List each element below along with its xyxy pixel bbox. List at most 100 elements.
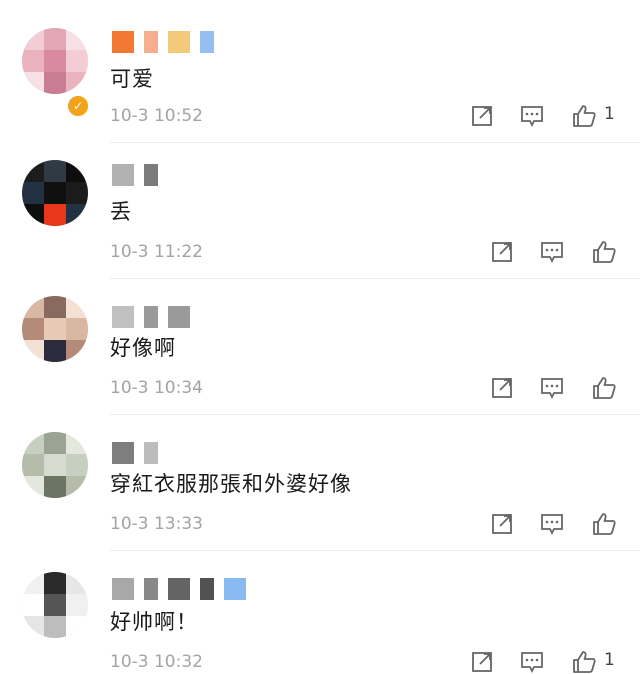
avatar-pixel bbox=[22, 182, 44, 204]
avatar-pixel bbox=[44, 296, 66, 318]
name-pixel bbox=[144, 31, 158, 53]
divider bbox=[110, 550, 640, 551]
avatar-pixel bbox=[44, 572, 66, 594]
comment-text: 好像啊 bbox=[110, 336, 176, 360]
comment-actions: 1 bbox=[468, 102, 618, 130]
comment-icon[interactable] bbox=[538, 374, 566, 402]
share-icon[interactable] bbox=[468, 648, 496, 674]
comment-text: 丢 bbox=[110, 200, 132, 224]
name-pixel bbox=[112, 306, 134, 328]
thumbs-up-icon[interactable] bbox=[590, 374, 618, 402]
name-pixel bbox=[200, 31, 214, 53]
thumbs-up-icon[interactable] bbox=[590, 238, 618, 266]
comment-icon[interactable] bbox=[518, 648, 546, 674]
avatar-pixel bbox=[66, 594, 88, 616]
comment-item: ✓ 可爱 10-3 10:52 1 bbox=[0, 28, 640, 143]
name-pixel bbox=[112, 164, 134, 186]
avatar-pixel bbox=[22, 572, 44, 594]
comment-item: 丢 10-3 11:22 bbox=[0, 160, 640, 279]
name-pixel bbox=[112, 578, 134, 600]
avatar-pixel bbox=[66, 454, 88, 476]
name-pixel bbox=[112, 31, 134, 53]
comment-actions bbox=[488, 510, 618, 538]
avatar-pixel bbox=[44, 432, 66, 454]
name-pixel bbox=[168, 578, 190, 600]
comment-time: 10-3 13:33 bbox=[110, 514, 203, 534]
avatar[interactable] bbox=[22, 572, 88, 638]
name-pixel bbox=[144, 442, 158, 464]
avatar-pixel bbox=[44, 72, 66, 94]
avatar-pixel bbox=[22, 50, 44, 72]
avatar-pixel bbox=[44, 340, 66, 362]
comment-time: 10-3 10:52 bbox=[110, 106, 203, 126]
avatar-pixel bbox=[22, 594, 44, 616]
comment-time: 10-3 11:22 bbox=[110, 242, 203, 262]
avatar-pixel bbox=[44, 454, 66, 476]
avatar[interactable] bbox=[22, 432, 88, 498]
avatar-pixel bbox=[66, 616, 88, 638]
avatar-pixel bbox=[44, 476, 66, 498]
avatar-pixel bbox=[44, 28, 66, 50]
avatar[interactable] bbox=[22, 160, 88, 226]
comment-time: 10-3 10:34 bbox=[110, 378, 203, 398]
avatar-pixel bbox=[66, 28, 88, 50]
username-blurred[interactable] bbox=[112, 306, 332, 328]
username-blurred[interactable] bbox=[112, 164, 332, 186]
comment-text: 好帅啊！ bbox=[110, 610, 198, 634]
avatar-pixel bbox=[44, 160, 66, 182]
thumbs-up-icon[interactable] bbox=[570, 102, 598, 130]
comment-text: 可爱 bbox=[110, 67, 154, 91]
name-pixel bbox=[144, 578, 158, 600]
like-count: 1 bbox=[604, 104, 615, 124]
name-pixel bbox=[224, 578, 246, 600]
avatar-pixel bbox=[66, 204, 88, 226]
avatar-pixel bbox=[66, 432, 88, 454]
comment-icon[interactable] bbox=[518, 102, 546, 130]
comment-actions: 1 bbox=[468, 648, 618, 674]
comment-list: ✓ 可爱 10-3 10:52 1 丢 10-3 11:22 好像啊 10-3 … bbox=[0, 0, 640, 674]
share-icon[interactable] bbox=[488, 238, 516, 266]
username-blurred[interactable] bbox=[112, 442, 332, 464]
avatar-pixel bbox=[22, 476, 44, 498]
avatar-pixel bbox=[22, 432, 44, 454]
comment-item: 穿紅衣服那張和外婆好像 10-3 13:33 bbox=[0, 432, 640, 551]
share-icon[interactable] bbox=[488, 510, 516, 538]
verified-badge-icon: ✓ bbox=[66, 94, 90, 118]
avatar-pixel bbox=[22, 318, 44, 340]
avatar[interactable] bbox=[22, 296, 88, 362]
avatar-pixel bbox=[44, 182, 66, 204]
divider bbox=[110, 414, 640, 415]
avatar[interactable] bbox=[22, 28, 88, 94]
avatar-pixel bbox=[44, 318, 66, 340]
name-pixel bbox=[168, 31, 190, 53]
avatar-pixel bbox=[66, 182, 88, 204]
thumbs-up-icon[interactable] bbox=[570, 648, 598, 674]
username-blurred[interactable] bbox=[112, 578, 332, 600]
comment-time: 10-3 10:32 bbox=[110, 652, 203, 672]
avatar-pixel bbox=[22, 340, 44, 362]
comment-item: 好帅啊！ 10-3 10:32 1 bbox=[0, 572, 640, 674]
name-pixel bbox=[144, 306, 158, 328]
comment-icon[interactable] bbox=[538, 510, 566, 538]
like-count: 1 bbox=[604, 650, 615, 670]
divider bbox=[110, 278, 640, 279]
avatar-pixel bbox=[22, 296, 44, 318]
comment-text: 穿紅衣服那張和外婆好像 bbox=[110, 472, 352, 496]
avatar-pixel bbox=[22, 160, 44, 182]
avatar-pixel bbox=[44, 594, 66, 616]
avatar-pixel bbox=[22, 454, 44, 476]
name-pixel bbox=[168, 306, 190, 328]
thumbs-up-icon[interactable] bbox=[590, 510, 618, 538]
avatar-pixel bbox=[44, 616, 66, 638]
avatar-pixel bbox=[44, 204, 66, 226]
avatar-pixel bbox=[66, 476, 88, 498]
avatar-pixel bbox=[66, 318, 88, 340]
name-pixel bbox=[144, 164, 158, 186]
username-blurred[interactable] bbox=[112, 31, 332, 53]
share-icon[interactable] bbox=[488, 374, 516, 402]
share-icon[interactable] bbox=[468, 102, 496, 130]
comment-actions bbox=[488, 238, 618, 266]
avatar-pixel bbox=[22, 28, 44, 50]
comment-icon[interactable] bbox=[538, 238, 566, 266]
avatar-pixel bbox=[22, 72, 44, 94]
